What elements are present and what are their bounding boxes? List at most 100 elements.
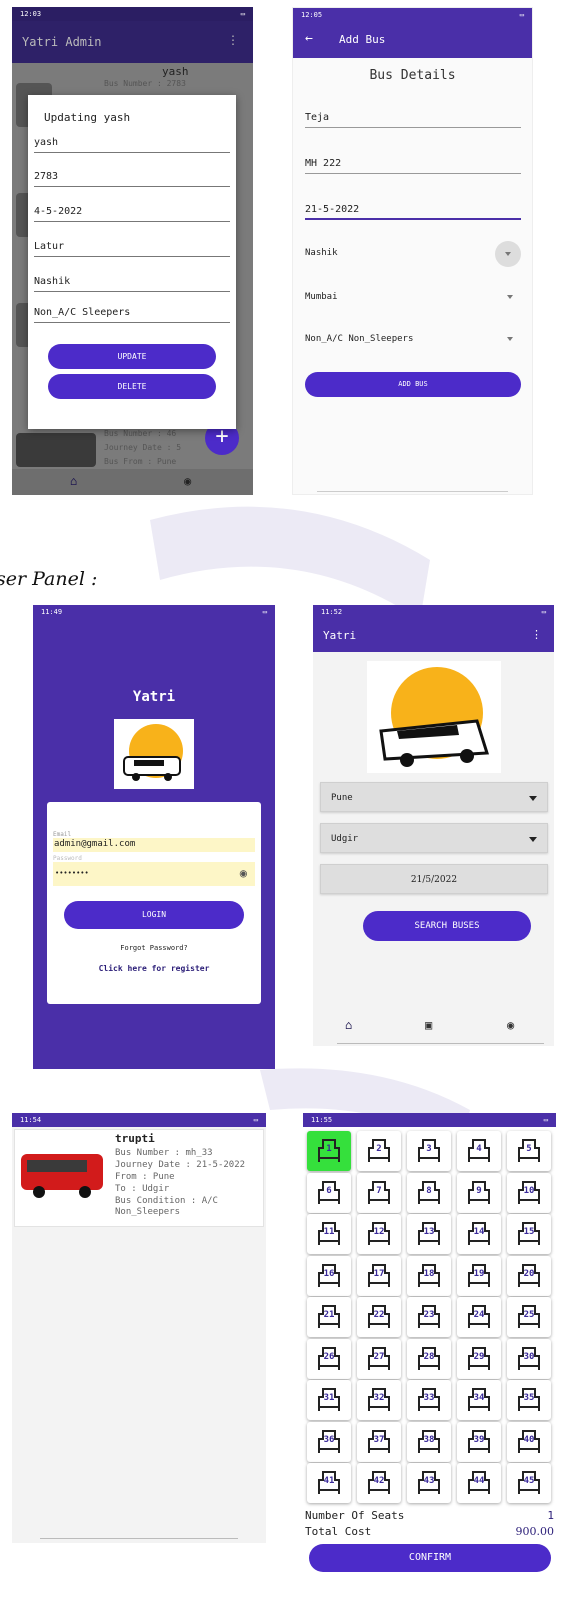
condition-field[interactable]: Non_A/C Sleepers — [34, 301, 230, 323]
home-icon[interactable]: ⌂ — [345, 1018, 352, 1032]
seat-button[interactable]: 12 — [357, 1214, 401, 1254]
seat-button[interactable]: 2 — [357, 1131, 401, 1171]
seat-button[interactable]: 28 — [407, 1338, 451, 1379]
seat-button[interactable]: 10 — [507, 1172, 551, 1213]
app-bar: Yatri Admin ⋮ — [12, 21, 253, 63]
seat-button[interactable]: 24 — [457, 1297, 501, 1337]
seat-button[interactable]: 7 — [357, 1172, 401, 1213]
bus-logo-icon — [379, 667, 490, 767]
journey-date-field[interactable]: 21-5-2022 — [305, 198, 521, 220]
bus-number-field[interactable]: 2783 — [34, 165, 230, 187]
seat-button[interactable]: 6 — [307, 1172, 351, 1213]
from-dropdown[interactable]: Pune — [320, 782, 548, 812]
back-arrow-icon[interactable]: ← — [305, 31, 313, 46]
seat-button[interactable]: 17 — [357, 1255, 401, 1296]
seat-button[interactable]: 45 — [507, 1463, 551, 1503]
seat-button[interactable]: 37 — [357, 1421, 401, 1462]
login-button[interactable]: LOGIN — [64, 901, 244, 929]
seat-number: 36 — [323, 1434, 335, 1445]
seat-button[interactable]: 40 — [507, 1421, 551, 1462]
seat-button[interactable]: 11 — [307, 1214, 351, 1254]
delete-button[interactable]: DELETE — [48, 374, 216, 399]
to-spinner[interactable]: Mumbai — [305, 288, 521, 308]
total-cost-label: Total Cost — [305, 1525, 372, 1538]
seat-button[interactable]: 30 — [507, 1338, 551, 1379]
register-link[interactable]: Click here for register — [47, 964, 261, 973]
journey-date-field[interactable]: 4-5-2022 — [34, 200, 230, 222]
to-dropdown[interactable]: Udgir — [320, 823, 548, 853]
seat-button[interactable]: 20 — [507, 1255, 551, 1296]
overflow-menu-icon[interactable]: ⋮ — [227, 33, 239, 47]
seat-button[interactable]: 22 — [357, 1297, 401, 1337]
seat-button[interactable]: 5 — [507, 1131, 551, 1171]
profile-icon[interactable]: ◉ — [184, 474, 191, 488]
seat-number: 44 — [473, 1476, 485, 1486]
seat-button[interactable]: 35 — [507, 1380, 551, 1420]
seat-button[interactable]: 3 — [407, 1131, 451, 1171]
seat-button[interactable]: 13 — [407, 1214, 451, 1254]
seat-button[interactable]: 18 — [407, 1255, 451, 1296]
seat-number: 23 — [423, 1310, 435, 1320]
yatri-logo — [114, 719, 194, 789]
seat-number: 4 — [476, 1144, 482, 1154]
bg-item3-journey: Journey Date : 5 — [104, 443, 182, 452]
bus-search-icon[interactable]: ▣ — [425, 1018, 432, 1032]
seat-number: 39 — [473, 1434, 485, 1445]
seat-number: 7 — [376, 1185, 382, 1196]
home-icon[interactable]: ⌂ — [70, 474, 77, 488]
seat-button[interactable]: 36 — [307, 1421, 351, 1462]
seat-button[interactable]: 31 — [307, 1380, 351, 1420]
seat-button[interactable]: 16 — [307, 1255, 351, 1296]
overflow-menu-icon[interactable]: ⋮ — [531, 628, 542, 641]
seat-button[interactable]: 27 — [357, 1338, 401, 1379]
bus-name-field[interactable]: yash — [34, 131, 230, 153]
seat-button[interactable]: 41 — [307, 1463, 351, 1503]
seat-button[interactable]: 23 — [407, 1297, 451, 1337]
seat-button[interactable]: 19 — [457, 1255, 501, 1296]
seat-button[interactable]: 42 — [357, 1463, 401, 1503]
search-buses-button[interactable]: SEARCH BUSES — [363, 911, 531, 941]
seat-button[interactable]: 9 — [457, 1172, 501, 1213]
profile-icon[interactable]: ◉ — [507, 1018, 514, 1032]
seat-button[interactable]: 32 — [357, 1380, 401, 1420]
condition-spinner[interactable]: Non_A/C Non_Sleepers — [305, 330, 521, 350]
seat-button[interactable]: 25 — [507, 1297, 551, 1337]
seat-button[interactable]: 39 — [457, 1421, 501, 1462]
password-field[interactable]: •••••••• ◉ — [53, 862, 255, 886]
seat-button[interactable]: 8 — [407, 1172, 451, 1213]
seat-button[interactable]: 1 — [307, 1131, 351, 1171]
seat-button[interactable]: 21 — [307, 1297, 351, 1337]
confirm-button[interactable]: CONFIRM — [309, 1544, 551, 1572]
add-bus-button[interactable]: ADD BUS — [305, 372, 521, 397]
app-bar: ← Add Bus — [293, 22, 532, 58]
to-field[interactable]: Nashik — [34, 270, 230, 292]
seat-number: 12 — [373, 1227, 385, 1237]
from-field[interactable]: Latur — [34, 235, 230, 257]
bus-name-field[interactable]: Teja — [305, 106, 521, 128]
seat-button[interactable]: 44 — [457, 1463, 501, 1503]
status-time: 12:05 — [301, 11, 323, 19]
password-label: Password — [53, 855, 82, 862]
bus-details-heading: Bus Details — [369, 68, 456, 83]
seat-button[interactable]: 4 — [457, 1131, 501, 1171]
from-spinner[interactable]: Nashik — [305, 241, 521, 267]
chevron-down-icon — [529, 796, 537, 801]
bus-result-card[interactable]: trupti Bus Number : mh_33 Journey Date :… — [14, 1129, 264, 1227]
seat-button[interactable]: 15 — [507, 1214, 551, 1254]
seat-button[interactable]: 26 — [307, 1338, 351, 1379]
bus-number-field[interactable]: MH 222 — [305, 152, 521, 174]
eye-icon[interactable]: ◉ — [240, 866, 247, 880]
seat-button[interactable]: 29 — [457, 1338, 501, 1379]
seat-button[interactable]: 34 — [457, 1380, 501, 1420]
date-picker-field[interactable]: 21/5/2022 — [320, 864, 548, 894]
battery-icon: ▭ — [519, 11, 524, 19]
seat-button[interactable]: 33 — [407, 1380, 451, 1420]
seat-button[interactable]: 38 — [407, 1421, 451, 1462]
seat-button[interactable]: 43 — [407, 1463, 451, 1503]
seat-button[interactable]: 14 — [457, 1214, 501, 1254]
update-button[interactable]: UPDATE — [48, 344, 216, 369]
forgot-password-link[interactable]: Forgot Password? — [47, 944, 261, 952]
yatri-logo — [367, 661, 501, 773]
seat-number: 45 — [523, 1476, 535, 1486]
email-field[interactable]: admin@gmail.com — [53, 838, 255, 852]
